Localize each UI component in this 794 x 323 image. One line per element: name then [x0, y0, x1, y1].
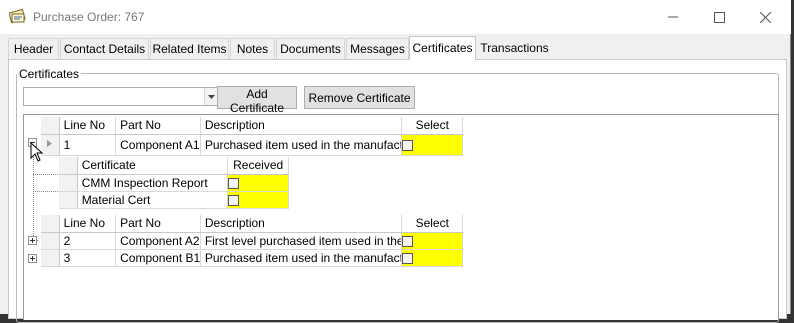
cell-description[interactable]: Purchased item used in the manufactu... [200, 134, 403, 156]
row-selector[interactable] [41, 249, 60, 267]
select-checkbox[interactable] [402, 139, 414, 151]
row-header-corner [59, 157, 78, 175]
maximize-icon [713, 11, 725, 23]
table-row[interactable]: 2 Component A2 First level purchased ite… [41, 232, 463, 250]
cell-select[interactable] [401, 249, 463, 267]
received-checkbox[interactable] [228, 177, 240, 189]
tab-transactions[interactable]: Transactions [477, 38, 552, 59]
column-header-description[interactable]: Description [200, 117, 403, 135]
row-selector[interactable] [59, 191, 78, 209]
table-row[interactable]: CMM Inspection Report [59, 174, 289, 192]
cell-part-no[interactable]: Component A2 [115, 232, 201, 250]
minimize-button[interactable] [650, 0, 696, 34]
tab-documents[interactable]: Documents [276, 38, 345, 59]
tree-line [33, 149, 34, 240]
select-checkbox[interactable] [402, 235, 414, 247]
cell-part-no[interactable]: Component B1 [115, 249, 201, 267]
cell-description[interactable]: First level purchased item used in the .… [200, 232, 403, 250]
row-expand-toggle[interactable] [28, 254, 37, 263]
row-selector[interactable] [59, 174, 78, 192]
child-certificates-table: Certificate Received CMM Inspection Repo… [59, 157, 289, 209]
plus-icon [30, 238, 35, 243]
window-title: Purchase Order: 767 [33, 10, 145, 24]
row-header-corner [41, 117, 60, 135]
add-certificate-button[interactable]: Add Certificate [217, 86, 297, 115]
row-header-corner [41, 215, 60, 233]
column-header-part-no[interactable]: Part No [115, 215, 201, 233]
tab-certificates[interactable]: Certificates [409, 36, 476, 60]
plus-icon [30, 256, 35, 261]
cell-part-no[interactable]: Component A1 [115, 134, 201, 156]
parent-table-1: Line No Part No Description Select 1 Com… [41, 117, 463, 156]
title-bar: Purchase Order: 767 [0, 0, 791, 34]
cell-line-no[interactable]: 2 [59, 232, 117, 250]
header-row: Line No Part No Description Select [41, 117, 463, 135]
tab-contact-details[interactable]: Contact Details [60, 38, 149, 59]
close-icon [759, 11, 771, 23]
tab-header[interactable]: Header [8, 38, 59, 59]
column-header-description[interactable]: Description [200, 215, 403, 233]
header-row: Line No Part No Description Select [41, 215, 463, 233]
column-header-select[interactable]: Select [401, 215, 463, 233]
column-header-part-no[interactable]: Part No [115, 117, 201, 135]
column-header-line-no[interactable]: Line No [59, 117, 117, 135]
combo-dropdown-button[interactable] [204, 88, 218, 105]
child-header-row: Certificate Received [59, 157, 289, 175]
select-checkbox[interactable] [402, 252, 414, 264]
cell-certificate[interactable]: CMM Inspection Report [77, 174, 229, 192]
tree-line [33, 174, 58, 175]
tab-notes[interactable]: Notes [230, 38, 275, 59]
row-selector[interactable] [41, 232, 60, 250]
received-checkbox[interactable] [228, 194, 240, 206]
tab-related-items[interactable]: Related Items [150, 38, 229, 59]
column-header-certificate[interactable]: Certificate [77, 157, 229, 175]
chevron-down-icon [208, 94, 215, 99]
remove-certificate-button[interactable]: Remove Certificate [304, 86, 415, 109]
table-row[interactable]: 1 Component A1 Purchased item used in th… [41, 134, 463, 156]
cell-received[interactable] [227, 191, 289, 209]
parent-table-2: Line No Part No Description Select 2 Com… [41, 215, 463, 267]
cell-description[interactable]: Purchased item used in the manufactu... [200, 249, 403, 267]
mouse-cursor-icon [30, 141, 44, 162]
minimize-icon [668, 16, 678, 18]
purchase-order-window: Purchase Order: 767 Header Contact Detai… [0, 0, 791, 323]
certificates-tab-panel: Add Certificate Remove Certificate Line … [8, 59, 787, 323]
cell-select[interactable] [401, 232, 463, 250]
cell-select[interactable] [401, 134, 463, 156]
cell-received[interactable] [227, 174, 289, 192]
app-icon [8, 8, 27, 24]
column-header-received[interactable]: Received [227, 157, 289, 175]
close-button[interactable] [742, 0, 788, 34]
tab-strip: Header Contact Details Related Items Not… [8, 36, 788, 60]
tab-messages[interactable]: Messages [346, 38, 409, 59]
tree-line [33, 191, 58, 192]
table-row[interactable]: Material Cert [59, 191, 289, 209]
cell-certificate[interactable]: Material Cert [77, 191, 229, 209]
row-expand-toggle[interactable] [28, 236, 37, 245]
certificates-group-title: Certificates [17, 67, 82, 81]
column-header-line-no[interactable]: Line No [59, 215, 117, 233]
table-row[interactable]: 3 Component B1 Purchased item used in th… [41, 249, 463, 267]
cell-line-no[interactable]: 1 [59, 134, 117, 156]
certificates-grid: Line No Part No Description Select 1 Com… [23, 114, 779, 320]
maximize-button[interactable] [696, 0, 742, 34]
column-header-select[interactable]: Select [401, 117, 463, 135]
certificate-combo[interactable] [23, 87, 219, 106]
cell-line-no[interactable]: 3 [59, 249, 117, 267]
